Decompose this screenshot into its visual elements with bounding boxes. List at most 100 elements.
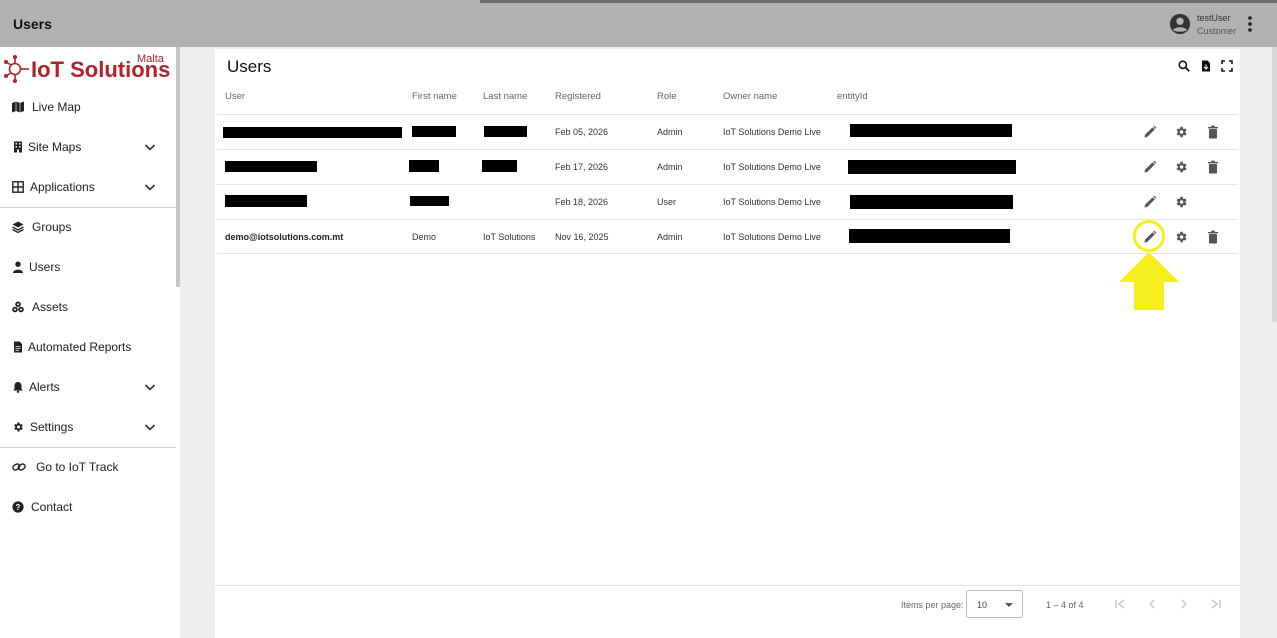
sidebar-item-users[interactable]: Users xyxy=(0,249,176,285)
items-per-page-select[interactable]: 10 xyxy=(966,590,1023,618)
export-file-icon[interactable] xyxy=(1200,60,1212,72)
sidebar-item-site-maps[interactable]: Site Maps xyxy=(0,129,176,165)
svg-text:?: ? xyxy=(16,503,21,512)
delete-icon[interactable] xyxy=(1206,230,1220,244)
table-row[interactable]: Feb 17, 2026 Admin IoT Solutions Demo Li… xyxy=(217,149,1238,184)
brand-logo[interactable]: IoT Solutions Malta xyxy=(3,50,173,86)
redacted-first-name xyxy=(412,126,456,137)
column-header-role[interactable]: Role xyxy=(657,91,677,102)
role-cell: Admin xyxy=(657,127,683,137)
role-cell: User xyxy=(657,197,677,207)
settings-gear-icon[interactable] xyxy=(1174,160,1188,174)
sidebar-item-label: Users xyxy=(29,260,61,274)
registered-cell: Feb 17, 2026 xyxy=(555,162,609,172)
sidebar-item-label: Automated Reports xyxy=(28,340,132,354)
chevron-down-icon[interactable] xyxy=(144,141,156,153)
assets-icon xyxy=(12,301,24,313)
column-header-owner-name[interactable]: Owner name xyxy=(723,91,777,102)
owner-cell: IoT Solutions Demo Live xyxy=(723,162,821,172)
sidebar-item-label: Go to IoT Track xyxy=(36,460,119,474)
sidebar: IoT Solutions Malta Live Map Site Maps A… xyxy=(0,47,180,638)
sidebar-scrollbar[interactable] xyxy=(176,47,180,287)
sidebar-divider xyxy=(0,447,176,448)
column-header-entity-id[interactable]: entityId xyxy=(837,91,868,102)
user-email-cell: demo@iotsolutions.com.mt xyxy=(225,232,344,242)
chevron-down-icon[interactable] xyxy=(144,181,156,193)
gear-icon xyxy=(14,422,23,432)
settings-gear-icon[interactable] xyxy=(1174,230,1188,244)
sidebar-item-applications[interactable]: Applications xyxy=(0,169,176,205)
redacted-first-name xyxy=(409,160,439,172)
account-icon[interactable] xyxy=(1169,13,1191,35)
items-per-page-value: 10 xyxy=(977,600,988,610)
sidebar-item-alerts[interactable]: Alerts xyxy=(0,369,176,405)
column-header-user[interactable]: User xyxy=(225,91,245,102)
highlight-arrow xyxy=(1119,252,1179,310)
sidebar-item-settings[interactable]: Settings xyxy=(0,409,176,445)
sidebar-item-label: Applications xyxy=(30,180,95,194)
redacted-user xyxy=(225,161,317,172)
settings-gear-icon[interactable] xyxy=(1174,125,1188,139)
document-icon xyxy=(14,341,22,353)
role-cell: Admin xyxy=(657,232,683,242)
grid-icon xyxy=(12,181,24,193)
registered-cell: Nov 16, 2025 xyxy=(555,232,609,242)
sidebar-item-groups[interactable]: Groups xyxy=(0,209,176,245)
redacted-user xyxy=(225,195,307,207)
last-name-cell: IoT Solutions xyxy=(483,232,536,242)
building-icon xyxy=(14,141,22,153)
items-per-page-label: Items per page: xyxy=(901,600,964,610)
sidebar-item-label: Site Maps xyxy=(28,140,82,154)
user-role: Customer xyxy=(1197,26,1237,36)
top-bar: Users testUser Customer xyxy=(0,0,1277,47)
delete-icon[interactable] xyxy=(1206,160,1220,174)
column-header-registered[interactable]: Registered xyxy=(555,91,601,102)
page-scrollbar[interactable] xyxy=(1272,47,1277,322)
owner-cell: IoT Solutions Demo Live xyxy=(723,232,821,242)
edit-icon[interactable] xyxy=(1143,160,1157,174)
redacted-entity-id xyxy=(850,195,1013,209)
last-page-icon[interactable] xyxy=(1209,597,1223,611)
redacted-entity-id xyxy=(850,124,1012,137)
chevron-down-icon[interactable] xyxy=(144,381,156,393)
sidebar-item-label: Alerts xyxy=(29,380,60,394)
loading-bar xyxy=(480,0,1277,3)
registered-cell: Feb 05, 2026 xyxy=(555,127,609,137)
user-name: testUser xyxy=(1197,13,1231,23)
column-header-first-name[interactable]: First name xyxy=(412,91,457,102)
redacted-entity-id xyxy=(849,229,1010,243)
redacted-user xyxy=(223,127,402,138)
layers-icon xyxy=(12,221,24,233)
redacted-last-name xyxy=(484,126,527,137)
search-icon[interactable] xyxy=(1178,60,1190,72)
sidebar-item-label: Groups xyxy=(32,220,72,234)
settings-gear-icon[interactable] xyxy=(1174,195,1188,209)
sidebar-item-assets[interactable]: Assets xyxy=(0,289,176,325)
sidebar-item-contact[interactable]: ? Contact xyxy=(0,489,176,525)
chevron-down-icon[interactable] xyxy=(144,421,156,433)
table-row[interactable]: Feb 18, 2026 User IoT Solutions Demo Liv… xyxy=(217,184,1238,219)
role-cell: Admin xyxy=(657,162,683,172)
sidebar-item-live-map[interactable]: Live Map xyxy=(0,89,176,125)
more-vert-icon[interactable] xyxy=(1243,15,1257,33)
first-page-icon[interactable] xyxy=(1113,597,1127,611)
table-row[interactable]: Feb 05, 2026 Admin IoT Solutions Demo Li… xyxy=(217,114,1238,149)
users-table-card: Users User First name Last name Register… xyxy=(215,49,1240,638)
paginator-range: 1 – 4 of 4 xyxy=(1046,600,1084,610)
first-name-cell: Demo xyxy=(412,232,437,242)
table-title: Users xyxy=(227,57,272,76)
sidebar-item-label: Settings xyxy=(30,420,74,434)
redacted-last-name xyxy=(482,160,517,172)
column-header-last-name[interactable]: Last name xyxy=(483,91,527,102)
fullscreen-icon[interactable] xyxy=(1221,60,1233,72)
owner-cell: IoT Solutions Demo Live xyxy=(723,197,821,207)
registered-cell: Feb 18, 2026 xyxy=(555,197,609,207)
edit-icon[interactable] xyxy=(1143,195,1157,209)
sidebar-item-automated-reports[interactable]: Automated Reports xyxy=(0,329,176,365)
delete-icon[interactable] xyxy=(1206,125,1220,139)
next-page-icon[interactable] xyxy=(1177,597,1191,611)
previous-page-icon[interactable] xyxy=(1145,597,1159,611)
table-row[interactable]: demo@iotsolutions.com.mt Demo IoT Soluti… xyxy=(217,219,1238,254)
sidebar-item-go-to-iot-track[interactable]: Go to IoT Track xyxy=(0,449,176,485)
edit-icon[interactable] xyxy=(1143,125,1157,139)
